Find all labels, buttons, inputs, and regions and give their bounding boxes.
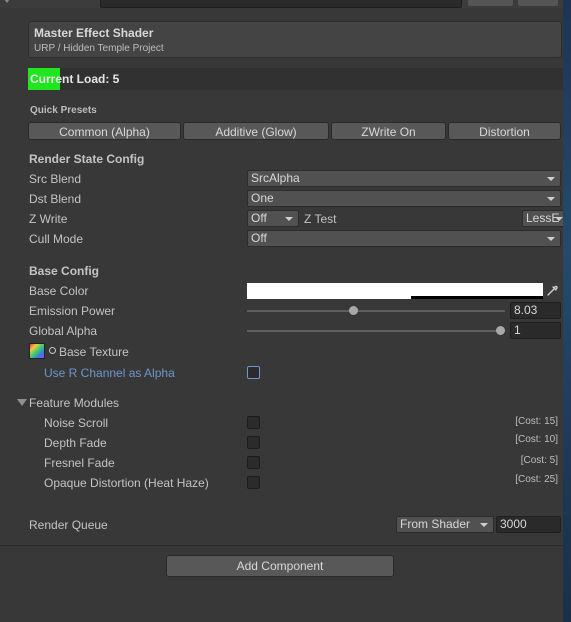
src-blend-dropdown[interactable]: SrcAlpha — [247, 170, 561, 187]
dst-blend-label: Dst Blend — [29, 192, 82, 206]
shader-row-partial — [0, 0, 563, 8]
shader-field[interactable] — [100, 0, 462, 8]
z-test-label: Z Test — [304, 212, 337, 226]
global-alpha-input[interactable]: 1 — [510, 322, 561, 339]
feature-modules-foldout-icon[interactable] — [17, 399, 27, 406]
eyedropper-icon[interactable] — [544, 283, 560, 299]
use-r-channel-checkbox[interactable] — [247, 366, 260, 379]
base-config-title: Base Config — [29, 264, 100, 278]
feature-noise-scroll-label: Noise Scroll — [44, 416, 109, 430]
dst-blend-dropdown[interactable]: One — [247, 190, 561, 207]
feature-fresnel-fade-cost: [Cost: 5] — [520, 455, 558, 466]
base-color-label: Base Color — [29, 284, 89, 298]
chevron-down-icon — [547, 197, 555, 201]
scene-background-strip — [563, 0, 571, 622]
header-subtitle: URP / Hidden Temple Project — [34, 43, 164, 54]
dst-blend-value: One — [251, 191, 274, 205]
feature-opaque-distortion-checkbox[interactable] — [247, 476, 260, 489]
cull-mode-value: Off — [251, 231, 267, 245]
global-alpha-slider-handle[interactable] — [496, 326, 505, 335]
feature-opaque-distortion-cost: [Cost: 25] — [515, 474, 558, 485]
src-blend-value: SrcAlpha — [251, 171, 300, 185]
global-alpha-slider-track[interactable] — [247, 330, 505, 332]
chevron-down-icon — [547, 177, 555, 181]
feature-opaque-distortion-label: Opaque Distortion (Heat Haze) — [44, 476, 209, 490]
feature-depth-fade-cost: [Cost: 10] — [515, 434, 558, 445]
base-texture-label: Base Texture — [59, 345, 129, 359]
texture-thumbnail-icon[interactable] — [29, 343, 45, 359]
feature-depth-fade-checkbox[interactable] — [247, 436, 260, 449]
base-color-field[interactable] — [247, 283, 543, 299]
preset-additive-glow-button[interactable]: Additive (Glow) — [183, 122, 329, 140]
feature-noise-scroll-cost: [Cost: 15] — [515, 416, 558, 427]
edit-button[interactable] — [468, 0, 513, 6]
preset-zwrite-on-button[interactable]: ZWrite On — [331, 122, 446, 140]
chevron-down-icon — [555, 217, 563, 221]
render-state-title: Render State Config — [29, 152, 145, 166]
z-write-dropdown[interactable]: Off — [247, 210, 299, 227]
feature-depth-fade-label: Depth Fade — [44, 436, 107, 450]
z-write-label: Z Write — [29, 212, 68, 226]
chevron-down-icon — [547, 237, 555, 241]
emission-power-slider-handle[interactable] — [349, 306, 358, 315]
emission-power-slider-track[interactable] — [247, 310, 505, 312]
preset-common-alpha-button[interactable]: Common (Alpha) — [28, 122, 181, 140]
render-queue-mode-dropdown[interactable]: From Shader — [396, 516, 494, 533]
section-divider — [0, 545, 563, 546]
menu-button[interactable] — [518, 0, 558, 6]
render-queue-mode-value: From Shader — [400, 517, 471, 531]
current-load-label: Current Load: 5 — [30, 72, 120, 86]
feature-fresnel-fade-checkbox[interactable] — [247, 456, 260, 469]
cull-mode-label: Cull Mode — [29, 232, 84, 246]
header-title: Master Effect Shader — [34, 26, 154, 40]
base-color-alpha-bar — [411, 296, 543, 299]
z-write-value: Off — [251, 211, 267, 225]
chevron-down-icon — [480, 523, 488, 527]
preset-distortion-button[interactable]: Distortion — [448, 122, 561, 140]
emission-power-input[interactable]: 8.03 — [510, 302, 561, 319]
add-component-button[interactable]: Add Component — [166, 555, 394, 577]
global-alpha-label: Global Alpha — [29, 324, 98, 338]
object-picker-icon[interactable] — [49, 347, 56, 354]
feature-fresnel-fade-label: Fresnel Fade — [44, 456, 115, 470]
cull-mode-dropdown[interactable]: Off — [247, 230, 561, 247]
shader-header-box: Master Effect Shader URP / Hidden Temple… — [28, 21, 562, 58]
z-test-dropdown[interactable]: LessE — [522, 210, 563, 227]
render-queue-label: Render Queue — [29, 518, 108, 532]
quick-presets-title: Quick Presets — [30, 105, 97, 116]
chevron-down-icon — [285, 217, 293, 221]
src-blend-label: Src Blend — [29, 172, 82, 186]
foldout-arrow-icon[interactable] — [2, 0, 12, 3]
current-load-bar: Current Load: 5 — [28, 68, 563, 90]
emission-power-label: Emission Power — [29, 304, 116, 318]
feature-noise-scroll-checkbox[interactable] — [247, 416, 260, 429]
use-r-channel-label: Use R Channel as Alpha — [44, 366, 175, 380]
render-queue-input[interactable]: 3000 — [496, 516, 561, 533]
feature-modules-title[interactable]: Feature Modules — [29, 396, 119, 410]
